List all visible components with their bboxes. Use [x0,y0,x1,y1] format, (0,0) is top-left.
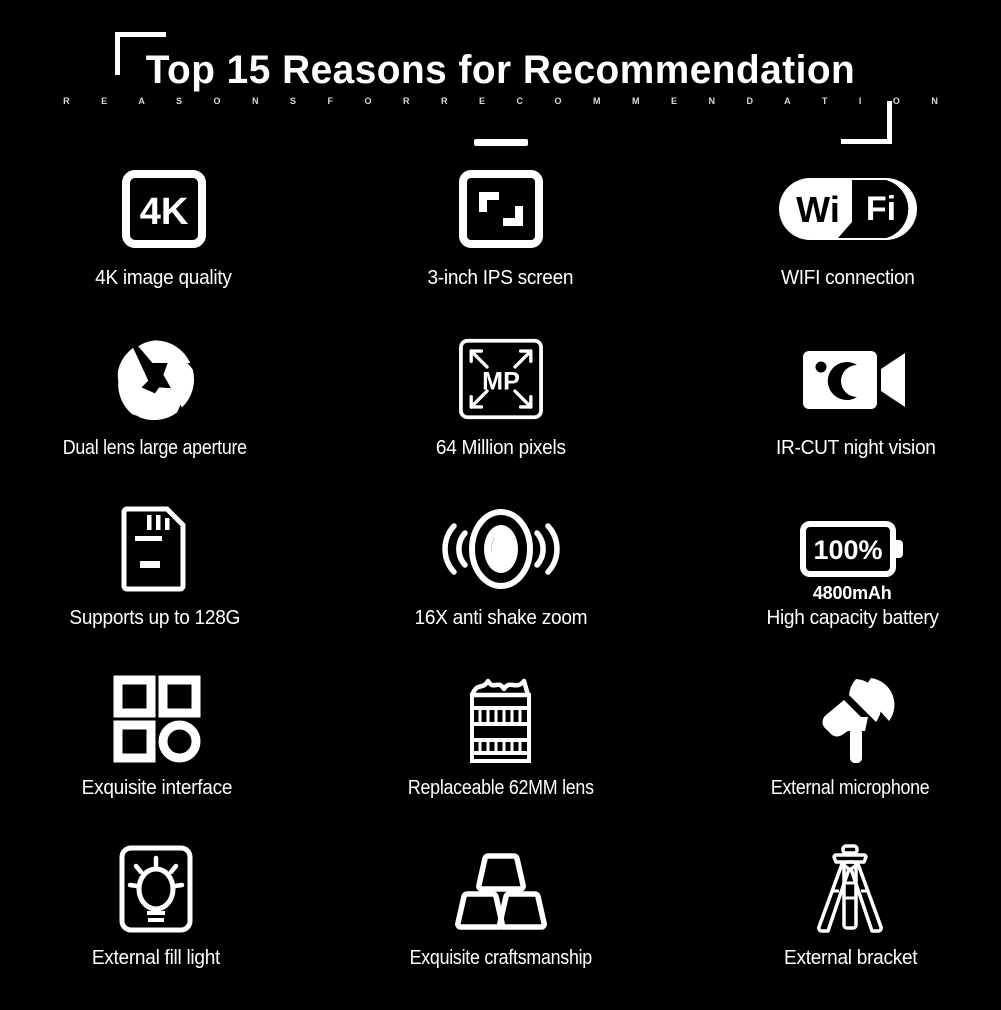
feature-item-external-fill-light: External fill light [0,840,323,1010]
feature-label: 3-inch IPS screen [427,266,574,289]
svg-text:100%: 100% [814,535,883,565]
feature-item-wifi-connection: Wi Fi WIFI connection [681,160,1001,330]
camera-lens-barrel-icon [334,670,668,768]
feature-label: External fill light [91,946,221,969]
feature-item-external-bracket: External bracket [683,840,1001,1010]
feature-label: IR-CUT night vision [776,436,936,459]
feature-label: External microphone [770,776,930,799]
feature-item-high-capacity-battery: 100% 4800mAh High capacity battery [685,500,1001,670]
feature-item-replaceable-62mm-lens: Replaceable 62MM lens [334,670,668,840]
feature-row: 4K 4K image quality 3-inch IPS screen Wi… [0,160,1001,330]
feature-item-16x-anti-shake-zoom: 16X anti shake zoom [334,500,668,670]
megapixel-box-icon: MP [334,330,668,428]
gold-ingots-icon [334,840,668,938]
feature-label: External bracket [783,946,918,969]
feature-label: 16X anti shake zoom [414,606,587,629]
4k-badge-icon: 4K [0,160,331,258]
anti-shake-lens-icon [334,500,668,598]
feature-item-3-inch-ips-screen: 3-inch IPS screen [334,160,668,330]
feature-item-ir-cut-night-vision: IR-CUT night vision [689,330,1001,500]
feature-row: Exquisite interface Replaceable 62MM len… [0,670,1001,840]
svg-text:MP: MP [482,367,520,395]
header: Top 15 Reasons for Recommendation R E A … [0,0,1001,160]
battery-capacity-sublabel: 4800mAh [812,583,892,603]
feature-label: Exquisite craftsmanship [409,946,592,969]
feature-grid: 4K 4K image quality 3-inch IPS screen Wi… [0,160,1001,1001]
feature-item-dual-lens-large-aperture: Dual lens large aperture [0,330,322,500]
feature-item-supports-up-to-128g: Supports up to 128G [0,500,322,670]
page-title: Top 15 Reasons for Recommendation [145,48,856,92]
feature-item-external-microphone: External microphone [683,670,1001,840]
feature-label: Supports up to 128G [69,606,241,629]
microphone-icon [683,670,1001,768]
fill-light-panel-icon [0,840,323,938]
feature-label: WIFI connection [781,266,915,289]
svg-text:4K: 4K [140,191,189,233]
corner-bracket-bottom-right-icon [841,101,892,144]
feature-item-4k-image-quality: 4K 4K image quality [0,160,331,330]
wifi-logo-icon: Wi Fi [681,160,1001,258]
sd-card-icon [0,500,322,598]
aperture-shutter-icon [0,330,322,428]
interface-ports-icon [0,670,324,768]
feature-row: Dual lens large aperture MP 64 Million p… [0,330,1001,500]
screen-frame-icon [334,160,668,258]
feature-row: External fill light Exquisite craftsmans… [0,840,1001,1010]
feature-row: Supports up to 128G 16X anti shake zoom … [0,500,1001,670]
svg-text:Fi: Fi [866,190,896,228]
promo-feature-poster: Top 15 Reasons for Recommendation R E A … [0,0,1001,1001]
feature-label: Dual lens large aperture [62,436,247,459]
feature-label: High capacity battery [766,606,939,629]
svg-text:Wi: Wi [796,189,840,230]
feature-label: Replaceable 62MM lens [407,776,594,799]
feature-label: Exquisite interface [81,776,233,799]
feature-label: 4K image quality [95,266,233,289]
feature-item-64-million-pixels: MP 64 Million pixels [334,330,668,500]
tripod-icon [683,840,1001,938]
feature-item-exquisite-interface: Exquisite interface [0,670,324,840]
title-divider [473,139,528,146]
feature-item-exquisite-craftsmanship: Exquisite craftsmanship [334,840,668,1010]
feature-label: 64 Million pixels [435,436,566,459]
battery-icon: 100% 4800mAh [685,500,1001,603]
night-vision-camcorder-icon [689,330,1001,428]
page-subtitle: R E A S O N S F O R R E C O M M E N D A … [63,96,953,106]
